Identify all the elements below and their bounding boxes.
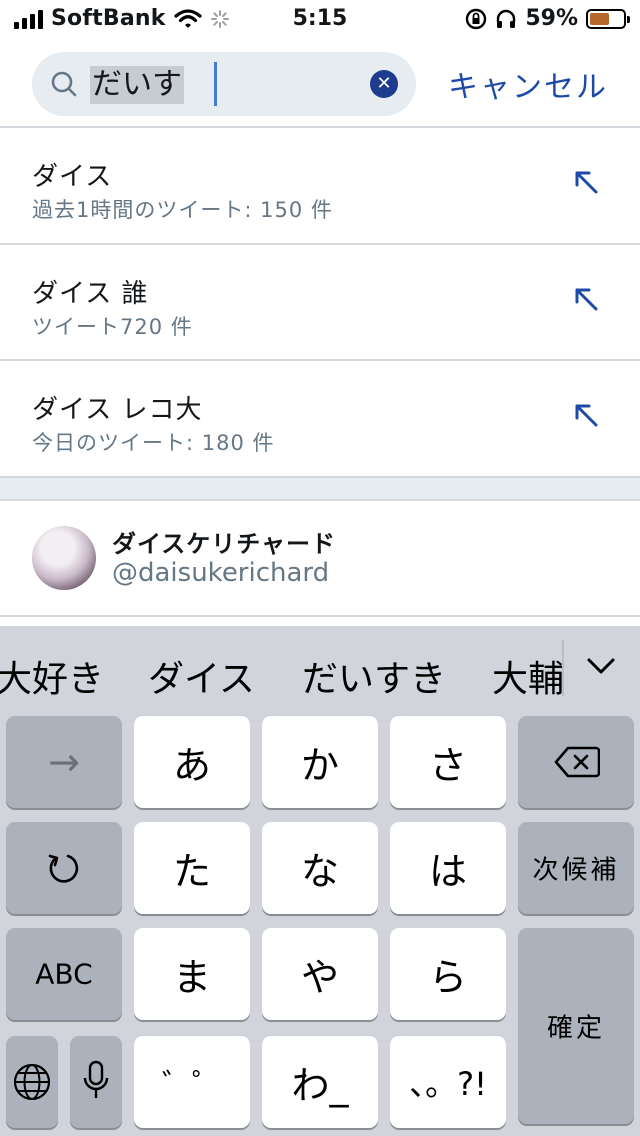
user-result-row[interactable]: ダイスケリチャード @daisukerichard bbox=[0, 500, 640, 616]
microphone-icon bbox=[83, 1060, 109, 1098]
key-wa[interactable]: わ_ bbox=[262, 1036, 378, 1128]
key-na[interactable]: な bbox=[262, 822, 378, 914]
key-punctuation[interactable]: 、。?! bbox=[390, 1036, 506, 1128]
globe-icon bbox=[13, 1063, 51, 1101]
undo-icon bbox=[48, 854, 79, 883]
suggestion-subtitle: ツイート720 件 bbox=[32, 315, 193, 339]
key-dictation[interactable] bbox=[70, 1036, 122, 1128]
battery-icon bbox=[586, 8, 630, 29]
key-next-candidate[interactable]: 次候補 bbox=[518, 822, 634, 914]
key-sa[interactable]: さ bbox=[390, 716, 506, 808]
key-delete[interactable] bbox=[518, 716, 634, 808]
key-undo[interactable] bbox=[6, 822, 122, 914]
candidate-separator bbox=[562, 640, 564, 696]
key-confirm[interactable]: 確定 bbox=[518, 928, 634, 1124]
key-ta[interactable]: た bbox=[134, 822, 250, 914]
key-arrow[interactable]: → bbox=[6, 716, 122, 808]
suggestion-subtitle: 過去1時間のツイート: 150 件 bbox=[32, 198, 333, 222]
key-ka[interactable]: か bbox=[262, 716, 378, 808]
key-ya[interactable]: や bbox=[262, 928, 378, 1020]
suggestion-row[interactable]: ダイス レコ大 今日のツイート: 180 件 bbox=[0, 361, 640, 475]
fill-query-arrow-icon[interactable] bbox=[572, 168, 600, 196]
suggestion-row[interactable]: ダイス 過去1時間のツイート: 150 件 bbox=[0, 128, 640, 242]
candidate-item[interactable]: 大好き bbox=[0, 650, 104, 702]
user-handle: @daisukerichard bbox=[112, 558, 330, 588]
key-ra[interactable]: ら bbox=[390, 928, 506, 1020]
suggestion-title: ダイス 誰 bbox=[32, 279, 149, 309]
suggestion-row[interactable]: ダイス 誰 ツイート720 件 bbox=[0, 245, 640, 359]
cancel-button[interactable]: キャンセル bbox=[448, 62, 608, 106]
suggestion-title: ダイス レコ大 bbox=[32, 395, 203, 425]
clear-search-button[interactable]: ✕ bbox=[370, 70, 398, 98]
section-separator bbox=[0, 478, 640, 500]
headphones-icon bbox=[497, 9, 516, 28]
orientation-lock-icon bbox=[466, 8, 487, 29]
fill-query-arrow-icon[interactable] bbox=[572, 401, 600, 429]
row-divider bbox=[0, 615, 640, 617]
search-input-text[interactable]: だいす bbox=[90, 66, 184, 104]
key-dakuten[interactable]: ゛゜ bbox=[134, 1036, 250, 1128]
key-abc[interactable]: ABC bbox=[6, 928, 122, 1020]
search-field[interactable]: だいす ✕ bbox=[32, 52, 416, 116]
candidate-item[interactable]: 大輔 bbox=[492, 650, 562, 702]
search-icon bbox=[51, 71, 77, 97]
battery-fill bbox=[590, 12, 609, 25]
chevron-down-icon[interactable] bbox=[586, 656, 616, 676]
status-right: 59% bbox=[465, 6, 630, 31]
text-caret bbox=[214, 62, 217, 106]
key-ma[interactable]: ま bbox=[134, 928, 250, 1020]
candidate-item[interactable]: だいすき bbox=[302, 650, 446, 702]
user-display-name: ダイスケリチャード bbox=[112, 530, 337, 558]
key-ha[interactable]: は bbox=[390, 822, 506, 914]
suggestion-title: ダイス bbox=[32, 162, 113, 192]
status-bar: SoftBank 5:15 59% bbox=[0, 0, 640, 40]
suggestion-subtitle: 今日のツイート: 180 件 bbox=[32, 431, 275, 455]
candidate-item[interactable]: ダイス bbox=[148, 650, 255, 702]
avatar bbox=[32, 526, 96, 590]
fill-query-arrow-icon[interactable] bbox=[572, 285, 600, 313]
candidate-bar: 大好き ダイス だいすき 大輔 bbox=[0, 626, 640, 716]
battery-percent: 59% bbox=[525, 6, 578, 31]
backspace-icon bbox=[554, 746, 600, 778]
japanese-keyboard: 大好き ダイス だいすき 大輔 → あ か さ た な は 次候補 ABC ま … bbox=[0, 626, 640, 1136]
key-globe[interactable] bbox=[6, 1036, 58, 1128]
key-a[interactable]: あ bbox=[134, 716, 250, 808]
close-icon: ✕ bbox=[376, 73, 392, 94]
